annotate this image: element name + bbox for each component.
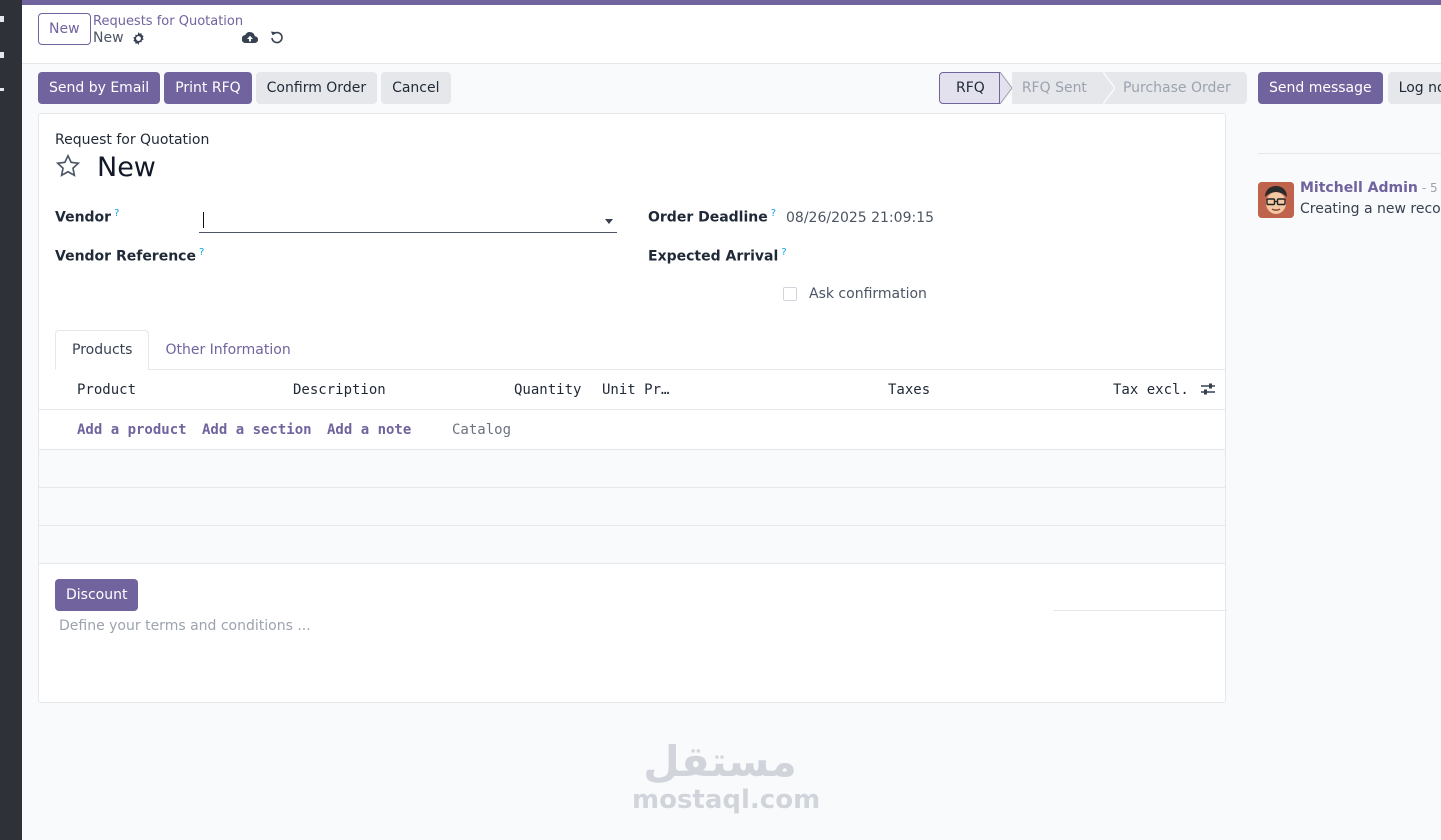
add-note-link[interactable]: Add a note: [327, 422, 411, 438]
vendor-label: Vendor?: [55, 208, 120, 226]
tab-products[interactable]: Products: [55, 330, 150, 370]
column-header-quantity[interactable]: Quantity: [514, 382, 581, 398]
terms-conditions-input[interactable]: Define your terms and conditions ...: [59, 618, 311, 634]
form-sheet: Request for Quotation New Vendor? Vendor…: [38, 113, 1227, 703]
ask-confirmation-label[interactable]: Ask confirmation: [809, 286, 927, 302]
message-author[interactable]: Mitchell Admin- 5 min: [1300, 180, 1441, 196]
avatar[interactable]: [1258, 182, 1294, 218]
gear-icon[interactable]: [132, 31, 145, 45]
order-deadline-input[interactable]: 08/26/2025 21:09:15: [786, 210, 934, 226]
discard-icon[interactable]: [270, 30, 284, 44]
new-button[interactable]: New: [38, 13, 91, 45]
add-line-row: Add a product Add a section Add a note C…: [39, 410, 1225, 450]
discount-button[interactable]: Discount: [55, 579, 139, 611]
watermark: مستقل mostaql.com: [632, 737, 821, 822]
order-deadline-label: Order Deadline?: [648, 208, 777, 226]
notebook-tabs: Products Other Information: [55, 330, 1225, 370]
column-header-description[interactable]: Description: [293, 382, 386, 398]
totals-divider: [1053, 610, 1227, 611]
log-note-button[interactable]: Log note: [1387, 72, 1441, 104]
vendor-input[interactable]: [199, 208, 617, 233]
strip-mark: [0, 88, 4, 91]
column-header-unit-price[interactable]: Unit Pr…: [602, 382, 669, 398]
ask-confirmation-checkbox[interactable]: [783, 287, 797, 301]
add-section-link[interactable]: Add a section: [202, 422, 312, 438]
cancel-button[interactable]: Cancel: [381, 72, 451, 104]
add-product-link[interactable]: Add a product: [77, 422, 187, 438]
empty-row: [39, 526, 1225, 564]
form-label: Request for Quotation: [55, 132, 210, 148]
stage-separator: [1102, 72, 1115, 104]
strip-mark: [0, 16, 4, 22]
record-status-icons: [242, 30, 284, 44]
send-message-button[interactable]: Send message: [1258, 72, 1383, 104]
watermark-url: mostaql.com: [632, 785, 821, 815]
control-panel: New Requests for Quotation New: [22, 5, 1441, 64]
empty-row: [39, 488, 1225, 526]
chevron-down-icon[interactable]: [605, 219, 613, 224]
column-settings-icon[interactable]: [1200, 382, 1216, 400]
breadcrumb-parent-link[interactable]: Requests for Quotation: [93, 14, 243, 29]
status-bar: RFQ RFQ Sent Purchase Order: [939, 72, 1247, 104]
column-header-tax-excl[interactable]: Tax excl.: [1113, 382, 1189, 398]
vendor-reference-label: Vendor Reference?: [55, 247, 205, 265]
confirm-order-button[interactable]: Confirm Order: [255, 72, 378, 104]
help-tooltip-icon[interactable]: ?: [771, 208, 776, 219]
title-row: New: [55, 152, 156, 183]
send-by-email-button[interactable]: Send by Email: [38, 72, 161, 104]
stage-rfq[interactable]: RFQ: [939, 72, 1000, 104]
text-cursor: [203, 212, 204, 228]
print-rfq-button[interactable]: Print RFQ: [164, 72, 252, 104]
expected-arrival-label: Expected Arrival?: [648, 247, 787, 265]
help-tooltip-icon[interactable]: ?: [199, 247, 204, 258]
tab-other-information[interactable]: Other Information: [149, 330, 306, 370]
breadcrumb-current-label: New: [93, 30, 124, 46]
stage-rfq-sent[interactable]: RFQ Sent: [1011, 72, 1103, 104]
strip-mark: [0, 52, 4, 58]
stage-separator: [999, 72, 1012, 104]
message-time: - 5 min: [1421, 181, 1441, 195]
catalog-button[interactable]: Catalog: [452, 422, 511, 438]
cloud-upload-icon[interactable]: [242, 31, 258, 44]
left-edge-strip: [0, 0, 22, 840]
empty-row: [39, 450, 1225, 488]
column-header-taxes[interactable]: Taxes: [888, 382, 930, 398]
chatter-divider: [1258, 153, 1441, 154]
help-tooltip-icon[interactable]: ?: [114, 208, 119, 219]
action-bar: Send by Email Print RFQ Confirm Order Ca…: [38, 72, 451, 104]
order-lines-header: Product Description Quantity Unit Pr… Ta…: [39, 370, 1225, 410]
column-header-product[interactable]: Product: [77, 382, 136, 398]
chatter-topbar: Send message Log note: [1258, 72, 1441, 104]
star-icon[interactable]: [55, 153, 81, 183]
message-body: Creating a new record.: [1300, 201, 1441, 217]
stage-purchase-order[interactable]: Purchase Order: [1114, 72, 1247, 104]
help-tooltip-icon[interactable]: ?: [781, 247, 786, 258]
watermark-logo: مستقل: [643, 737, 797, 786]
breadcrumb-current: New: [93, 30, 145, 46]
record-title: New: [97, 152, 156, 183]
